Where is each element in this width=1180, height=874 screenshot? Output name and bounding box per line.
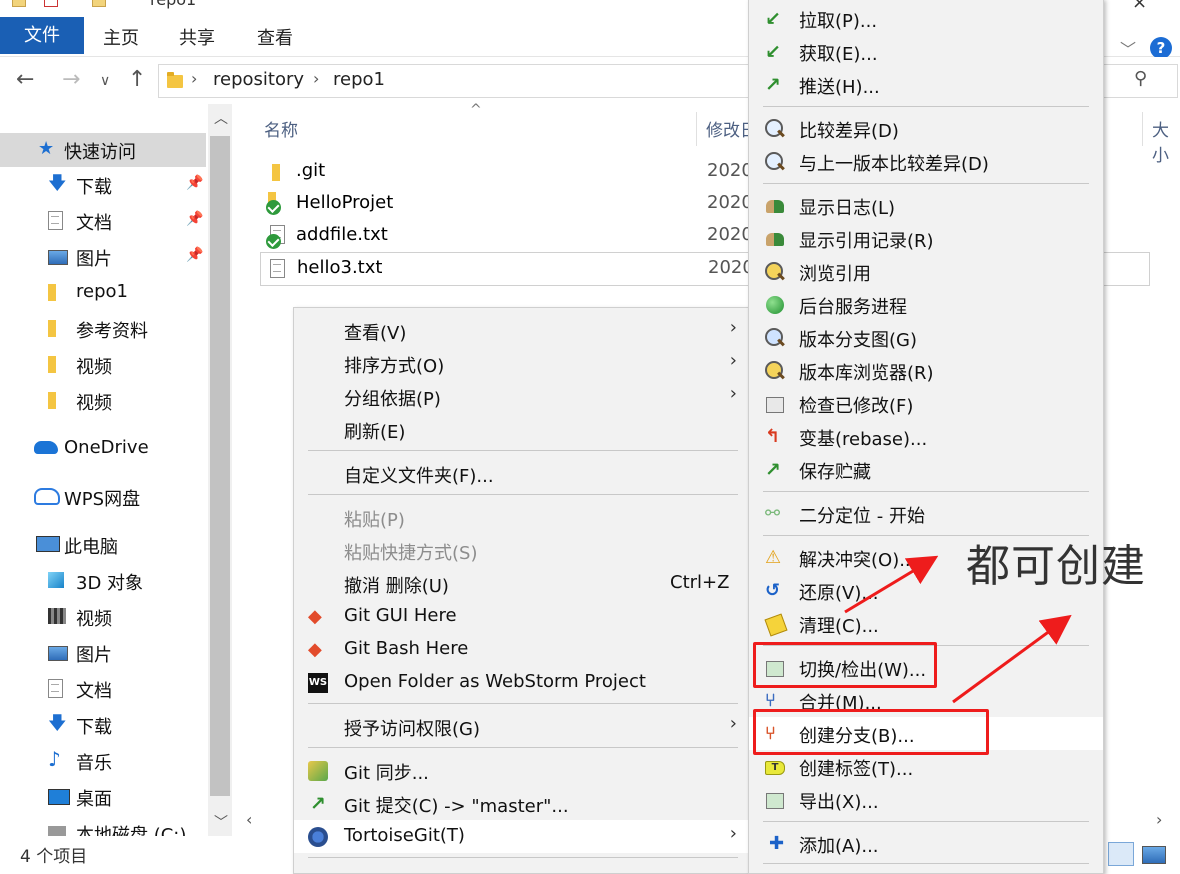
annotation-arrow	[844, 555, 939, 614]
annotation-text: 都可创建	[966, 541, 1146, 592]
annotation-arrow	[952, 614, 1072, 704]
annotation-arrows	[844, 555, 1072, 704]
